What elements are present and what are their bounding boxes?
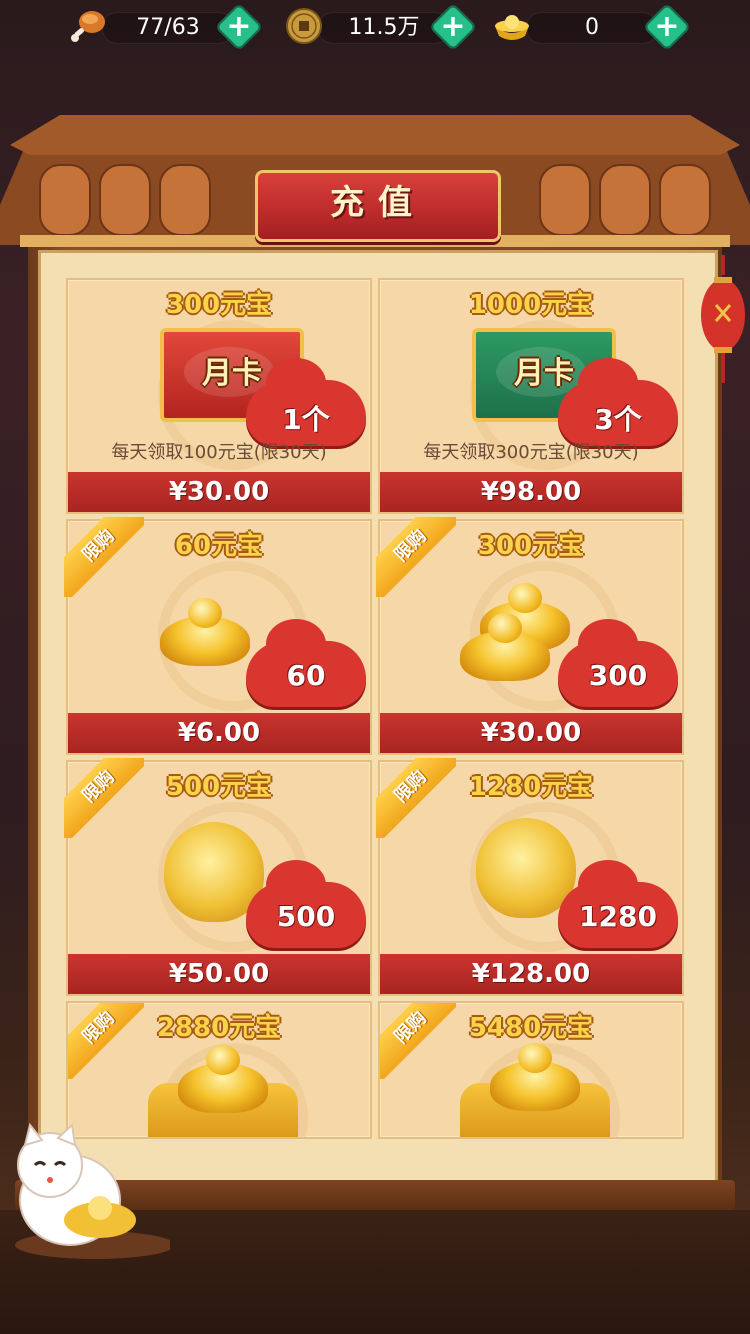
gold-ingot-icon — [178, 1045, 268, 1113]
coin-resource: 11.5万 + — [284, 2, 484, 52]
item-description: 每天领取100元宝(限30天) — [111, 442, 327, 463]
count-cloud: 300 — [558, 619, 678, 707]
price-button[interactable]: ¥30.00 — [380, 713, 682, 753]
item-title: 500元宝 — [165, 772, 273, 802]
item-title: 1280元宝 — [468, 772, 594, 802]
stamina-value: 77/63 — [102, 12, 234, 44]
shop-item-yuanbao-60[interactable]: 限购 60元宝 60 ¥6.00 — [64, 517, 372, 755]
gold-ingot-icon — [495, 15, 529, 40]
count-cloud: 500 — [246, 860, 366, 948]
yuanbao-value: 0 — [526, 12, 658, 44]
item-title: 60元宝 — [174, 531, 264, 561]
add-yuanbao-button[interactable]: + — [642, 2, 692, 52]
item-description: 每天领取300元宝(限30天) — [423, 442, 639, 463]
item-title: 2880元宝 — [156, 1013, 282, 1043]
lucky-cat-icon — [15, 1122, 170, 1259]
item-title: 1000元宝 — [468, 290, 594, 320]
gold-ingot-icon — [490, 1043, 580, 1111]
lantern-icon — [701, 255, 745, 383]
stamina-resource: 77/63 + — [68, 2, 268, 52]
shop-item-monthly-card-300[interactable]: 300元宝 月卡 1个 每天领取100元宝(限30天) ¥30.00 — [66, 278, 372, 514]
price-button[interactable]: ¥98.00 — [380, 472, 682, 512]
item-title: 300元宝 — [477, 531, 585, 561]
count-cloud: 60 — [246, 619, 366, 707]
gold-ingot-icon — [160, 598, 250, 666]
count-cloud: 1280 — [558, 860, 678, 948]
recharge-title-banner: 充值 — [255, 170, 501, 242]
price-button[interactable]: ¥30.00 — [68, 472, 370, 512]
add-stamina-button[interactable]: + — [214, 2, 264, 52]
price-button[interactable]: ¥6.00 — [68, 713, 370, 753]
shop-item-yuanbao-5480[interactable]: 限购 5480元宝 — [378, 1001, 684, 1139]
price-button[interactable]: ¥128.00 — [380, 954, 682, 994]
item-title: 5480元宝 — [468, 1013, 594, 1043]
shop-item-yuanbao-1280[interactable]: 限购 1280元宝 1280 ¥128.00 — [376, 758, 684, 996]
item-title: 300元宝 — [165, 290, 273, 320]
resource-bar: 77/63 + 11.5万 + 0 + — [0, 0, 750, 52]
count-cloud: 1个 — [246, 358, 366, 446]
shop-item-yuanbao-300[interactable]: 限购 300元宝 300 ¥30.00 — [376, 517, 684, 755]
copper-coin-icon — [286, 8, 322, 44]
gold-ingot-icon — [460, 613, 550, 681]
yuanbao-resource: 0 + — [492, 2, 692, 52]
count-cloud: 3个 — [558, 358, 678, 446]
page-title: 充值 — [330, 183, 426, 223]
add-coins-button[interactable]: + — [428, 2, 478, 52]
shop-item-yuanbao-500[interactable]: 限购 500元宝 500 ¥50.00 — [64, 758, 372, 996]
price-button[interactable]: ¥50.00 — [68, 954, 370, 994]
shop-item-yuanbao-2880[interactable]: 限购 2880元宝 — [66, 1001, 372, 1139]
shop-item-monthly-card-1000[interactable]: 1000元宝 月卡 3个 每天领取300元宝(限30天) ¥98.00 — [378, 278, 684, 514]
drumstick-icon — [71, 11, 105, 42]
